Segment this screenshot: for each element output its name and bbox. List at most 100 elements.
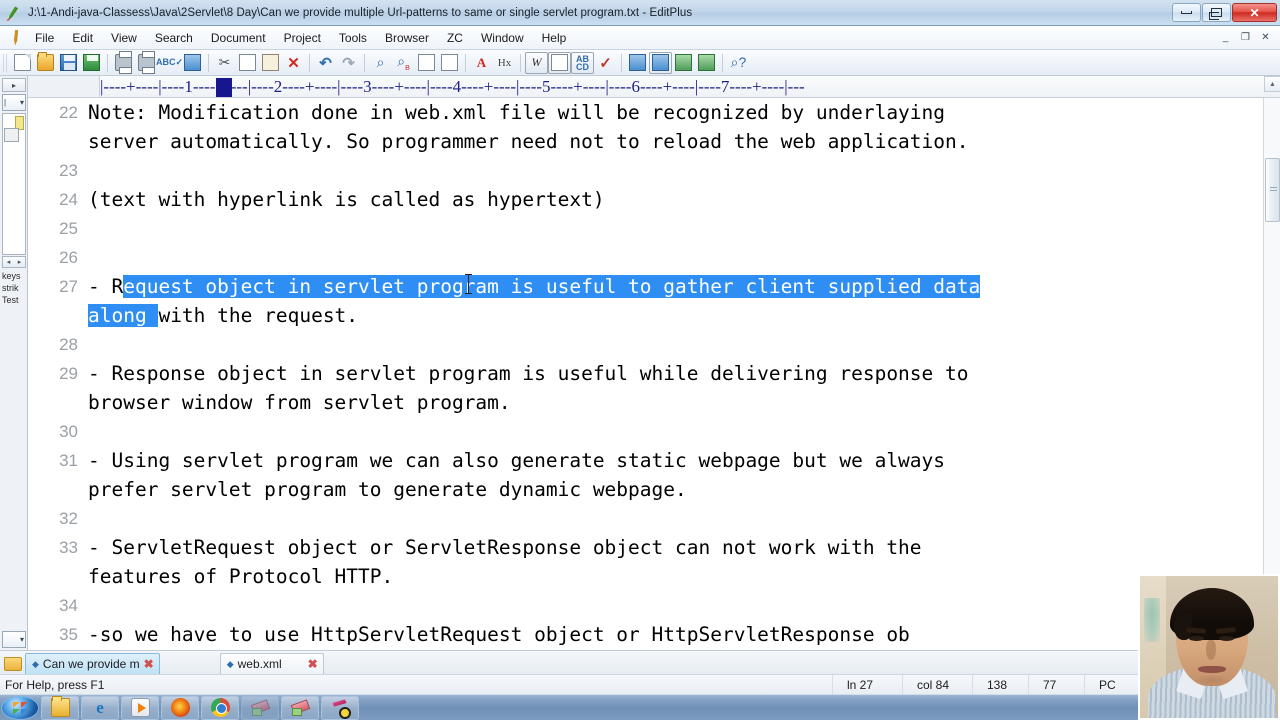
delete-button[interactable]: ✕ [282,52,305,74]
taskbar-internet-explorer[interactable]: e [81,695,119,720]
cliptext-list[interactable] [2,113,26,255]
line-number-button[interactable] [548,51,571,74]
maximize-button[interactable] [1202,3,1231,22]
close-button[interactable]: ✕ [1232,3,1277,22]
status-value-1: 138 [972,674,1028,695]
undo-button[interactable]: ↶ [314,52,337,74]
taskbar-google-chrome[interactable] [201,695,239,720]
spell-check-button[interactable]: ABC✓ [156,52,183,74]
cut-button[interactable]: ✂ [213,52,236,74]
save-all-button[interactable] [80,52,103,74]
tab-web-xml[interactable]: ◆ web.xml ✖ [219,653,324,674]
find-in-files-button[interactable] [415,52,438,74]
menu-item-help[interactable]: Help [533,28,576,48]
find-button[interactable]: ⌕ [369,52,392,74]
toggle-output-window-button[interactable] [626,52,649,74]
cliptext-hscroll[interactable]: ◂ ▸ [2,256,26,268]
code-text: browser window from servlet program. [88,391,511,414]
menu-item-zc[interactable]: ZC [438,28,472,48]
code-line[interactable]: - Response object in servlet program is … [88,359,969,388]
code-line[interactable]: browser window from servlet program. [88,388,511,417]
scroll-up-button[interactable]: ▲ [1264,76,1280,92]
context-help-button[interactable]: ⌕? [727,52,750,74]
menu-item-file[interactable]: File [26,28,63,48]
font-button[interactable]: A [470,52,493,74]
vertical-scrollbar[interactable]: ▲ ▼ [1263,76,1280,650]
code-line[interactable]: server automatically. So programmer need… [88,127,969,156]
toggle-directory-window-button[interactable] [649,51,672,74]
paste-button[interactable] [259,52,282,74]
menu-item-browser[interactable]: Browser [376,28,438,48]
new-document-button[interactable] [11,52,34,74]
tab-text-file[interactable]: ◆ Can we provide m ✖ [25,653,160,674]
mdi-minimize-button[interactable]: _ [1217,30,1234,45]
window-controls: ✕ [1171,3,1277,22]
code-line[interactable]: - Request object in servlet program is u… [88,272,981,301]
view-in-browser-button[interactable] [181,52,204,74]
editplus-app-icon [5,5,23,21]
tab-close-icon-2[interactable]: ✖ [308,658,318,670]
toolbar-separator [364,53,365,72]
menu-item-edit[interactable]: Edit [63,28,102,48]
show-spaces-button[interactable]: AB CD [571,51,594,74]
taskbar-firefox[interactable] [161,695,199,720]
toggle-document-selector-button[interactable] [695,52,718,74]
cliptext-sidebar: ▸ | ▾ ◂ ▸ keys strik Test ▾ [0,76,28,650]
code-line[interactable]: (text with hyperlink is called as hypert… [88,185,605,214]
code-line[interactable]: features of Protocol HTTP. [88,562,393,591]
taskbar-windows-explorer[interactable] [41,695,79,720]
menu-item-project[interactable]: Project [275,28,330,48]
code-line[interactable]: - ServletRequest object or ServletRespon… [88,533,922,562]
copy-button[interactable] [236,52,259,74]
code-content[interactable]: Note: Modification done in web.xml file … [88,98,1280,650]
cliptext-word-2[interactable]: strik [2,282,26,294]
status-line-ending-mode: PC [1084,674,1140,695]
menu-item-view[interactable]: View [102,28,146,48]
code-text: - Using servlet program we can also gene… [88,449,946,472]
code-line[interactable]: Note: Modification done in web.xml file … [88,98,945,127]
redo-button[interactable]: ↷ [337,52,360,74]
mdi-window-controls: _ ❐ ✕ [1214,30,1274,45]
code-line[interactable]: -so we have to use HttpServletRequest ob… [88,620,910,649]
menu-item-window[interactable]: Window [472,28,533,48]
taskbar-windows-media-player[interactable] [121,695,159,720]
minimize-button[interactable] [1172,3,1201,22]
cliptext-word-1[interactable]: keys [2,270,26,282]
sidebar-expand-button[interactable]: ▸ [2,78,26,92]
cliptext-bottom-combo[interactable]: ▾ [2,631,26,648]
selected-text: equest object in servlet program is usef… [123,275,981,298]
cliptext-word-3[interactable]: Test [2,294,26,306]
code-line[interactable]: prefer servlet program to generate dynam… [88,475,687,504]
tab-marker-icon-2: ◆ [226,658,234,669]
word-wrap-button[interactable]: W [525,51,548,74]
print-preview-button[interactable] [112,51,135,74]
save-button[interactable] [57,52,80,74]
left-arrow-icon: ◂ [6,259,11,266]
taskbar-editplus[interactable] [281,695,319,720]
toggle-cliptext-button[interactable] [672,52,695,74]
editor-area: |----+----|----1----+----|----2----+----… [28,76,1280,650]
goto-line-button[interactable] [438,52,461,74]
mdi-close-button[interactable]: ✕ [1257,30,1274,45]
start-button[interactable] [1,695,39,720]
open-file-button[interactable] [34,52,57,74]
code-line[interactable]: - Using servlet program we can also gene… [88,446,945,475]
taskbar-eraser-app[interactable] [241,695,279,720]
toolbar-grip[interactable] [3,53,8,72]
replace-button[interactable]: ⌕B [392,52,415,74]
menu-item-tools[interactable]: Tools [330,28,376,48]
hex-view-button[interactable]: Hx [493,52,516,74]
code-line[interactable]: along with the request. [88,301,358,330]
taskbar-screen-recorder[interactable] [321,695,359,720]
column-ruler: |----+----|----1----+----|----2----+----… [28,76,1280,98]
mdi-restore-button[interactable]: ❐ [1237,30,1254,45]
tab-close-icon[interactable]: ✖ [144,658,154,670]
scrollbar-thumb[interactable] [1265,158,1280,222]
text-editor[interactable]: 22 23 24 25 26 27 28 29 30 31 32 33 34 35 Note: Modif… [28,98,1280,650]
spell-ok-button[interactable]: ✓ [594,52,617,74]
cliptext-words[interactable]: keys strik Test [2,270,26,306]
menu-item-search[interactable]: Search [146,28,202,48]
menu-item-document[interactable]: Document [202,28,275,48]
cliptext-library-combo[interactable]: | ▾ [2,94,26,111]
print-button[interactable] [135,51,158,74]
